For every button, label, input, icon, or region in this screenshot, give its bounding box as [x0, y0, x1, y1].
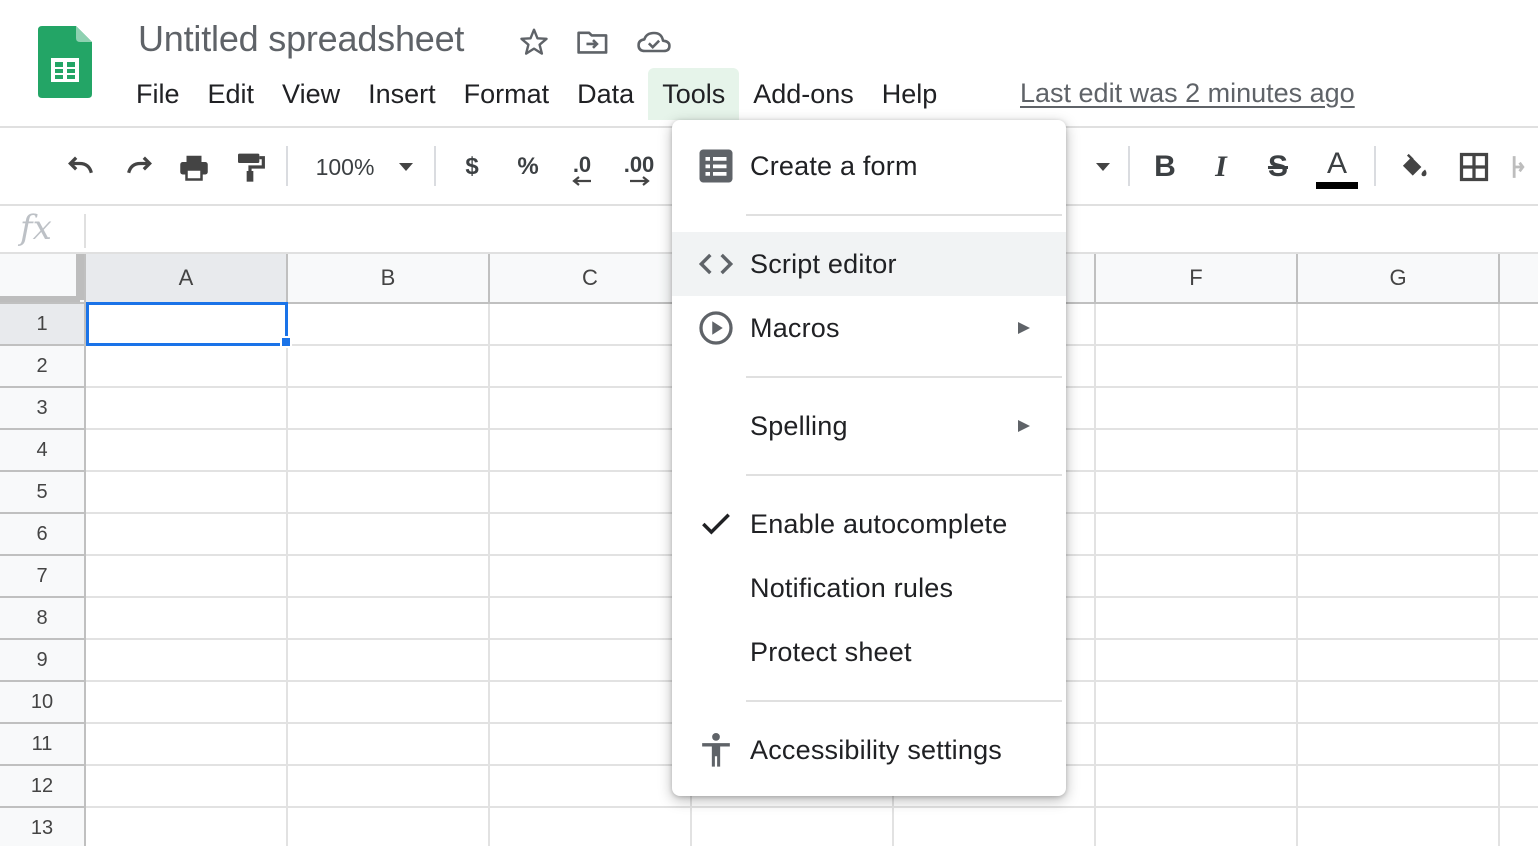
borders-icon[interactable]	[1452, 128, 1496, 206]
italic-button[interactable]: I	[1202, 128, 1240, 206]
text-color-button[interactable]: A	[1314, 128, 1360, 206]
column-header-c[interactable]: C	[490, 254, 692, 304]
menu-item-create-form[interactable]: Create a form	[672, 134, 1066, 198]
row-header-4[interactable]: 4	[0, 430, 86, 472]
menu-addons[interactable]: Add-ons	[739, 68, 868, 120]
fx-icon: fx	[20, 208, 52, 248]
menu-divider	[746, 214, 1062, 216]
row-header-5[interactable]: 5	[0, 472, 86, 514]
row-header-12[interactable]: 12	[0, 766, 86, 808]
currency-format-button[interactable]: $	[452, 128, 492, 206]
menu-view[interactable]: View	[268, 68, 354, 120]
row-header-11[interactable]: 11	[0, 724, 86, 766]
increase-decimal-button[interactable]: .00	[614, 128, 664, 206]
row-header-13[interactable]: 13	[0, 808, 86, 846]
row-header-3[interactable]: 3	[0, 388, 86, 430]
grid-line	[86, 806, 1538, 808]
submenu-arrow-icon	[1018, 420, 1030, 432]
menu-tools[interactable]: Tools	[648, 68, 740, 120]
print-icon[interactable]	[172, 128, 216, 206]
play-circle-icon	[696, 308, 736, 348]
menu-help[interactable]: Help	[868, 68, 952, 120]
sheets-logo-icon[interactable]	[38, 26, 92, 98]
menu-edit[interactable]: Edit	[194, 68, 269, 120]
fill-color-icon[interactable]	[1392, 128, 1436, 206]
bold-button[interactable]: B	[1146, 128, 1184, 206]
menu-file[interactable]: File	[122, 68, 194, 120]
menu-item-macros[interactable]: Macros	[672, 296, 1066, 360]
menu-data[interactable]: Data	[563, 68, 648, 120]
chevron-down-icon	[399, 163, 414, 171]
menu-item-protect-sheet[interactable]: Protect sheet	[672, 620, 1066, 684]
undo-icon[interactable]	[60, 128, 104, 206]
form-icon	[696, 146, 736, 186]
column-header-b[interactable]: B	[288, 254, 490, 304]
submenu-arrow-icon	[1018, 322, 1030, 334]
check-icon	[696, 504, 736, 544]
select-all-corner[interactable]	[0, 254, 86, 304]
row-header-6[interactable]: 6	[0, 514, 86, 556]
row-header-10[interactable]: 10	[0, 682, 86, 724]
menu-item-enable-autocomplete[interactable]: Enable autocomplete	[672, 492, 1066, 556]
menu-item-accessibility-settings[interactable]: Accessibility settings	[672, 718, 1066, 782]
menu-item-spelling[interactable]: Spelling	[672, 394, 1066, 458]
frozen-row-handle[interactable]	[0, 296, 80, 302]
column-header-g[interactable]: G	[1298, 254, 1500, 304]
column-header-a[interactable]: A	[86, 254, 288, 304]
row-header-8[interactable]: 8	[0, 598, 86, 640]
menu-divider	[746, 474, 1062, 476]
merge-cells-icon[interactable]	[1512, 128, 1538, 206]
move-to-folder-icon[interactable]	[575, 24, 611, 60]
document-title[interactable]: Untitled spreadsheet	[138, 18, 464, 60]
last-edit-link[interactable]: Last edit was 2 minutes ago	[1020, 78, 1355, 109]
text-color-swatch	[1316, 182, 1358, 189]
row-header-7[interactable]: 7	[0, 556, 86, 598]
strikethrough-button[interactable]: S	[1258, 128, 1298, 206]
paint-format-icon[interactable]	[228, 128, 272, 206]
menu-item-notification-rules[interactable]: Notification rules	[672, 556, 1066, 620]
column-header-f[interactable]: F	[1096, 254, 1298, 304]
toolbar-divider	[434, 146, 436, 186]
decrease-decimal-button[interactable]: .0	[560, 128, 604, 206]
toolbar-divider	[286, 146, 288, 186]
zoom-select[interactable]: 100%	[300, 128, 430, 206]
tools-menu-dropdown: Create a form Script editor Macros Spell…	[672, 120, 1066, 796]
arrow-right-icon	[630, 176, 650, 186]
font-size-dropdown-chevron-icon[interactable]	[1088, 128, 1118, 206]
fill-handle[interactable]	[280, 336, 292, 348]
app-header: Untitled spreadsheet File Edit View Inse…	[0, 0, 1538, 128]
menu-insert[interactable]: Insert	[354, 68, 450, 120]
redo-icon[interactable]	[116, 128, 160, 206]
row-header-1[interactable]: 1	[0, 304, 86, 346]
selected-cell-a1[interactable]	[86, 302, 288, 346]
menu-bar: File Edit View Insert Format Data Tools …	[122, 68, 951, 120]
toolbar-divider	[1128, 146, 1130, 186]
code-icon	[696, 244, 736, 284]
formula-divider	[84, 214, 86, 248]
cloud-saved-icon[interactable]	[636, 24, 672, 60]
arrow-left-icon	[572, 176, 591, 186]
frozen-column-handle[interactable]	[76, 254, 84, 300]
menu-item-script-editor[interactable]: Script editor	[672, 232, 1066, 296]
row-header-2[interactable]: 2	[0, 346, 86, 388]
zoom-value: 100%	[315, 153, 375, 180]
column-header-h[interactable]	[1500, 254, 1538, 304]
row-header-9[interactable]: 9	[0, 640, 86, 682]
menu-format[interactable]: Format	[450, 68, 564, 120]
menu-divider	[746, 376, 1062, 378]
accessibility-icon	[696, 730, 736, 770]
percent-format-button[interactable]: %	[508, 128, 548, 206]
toolbar-divider	[1374, 146, 1376, 186]
menu-divider	[746, 700, 1062, 702]
star-icon[interactable]	[516, 24, 552, 60]
